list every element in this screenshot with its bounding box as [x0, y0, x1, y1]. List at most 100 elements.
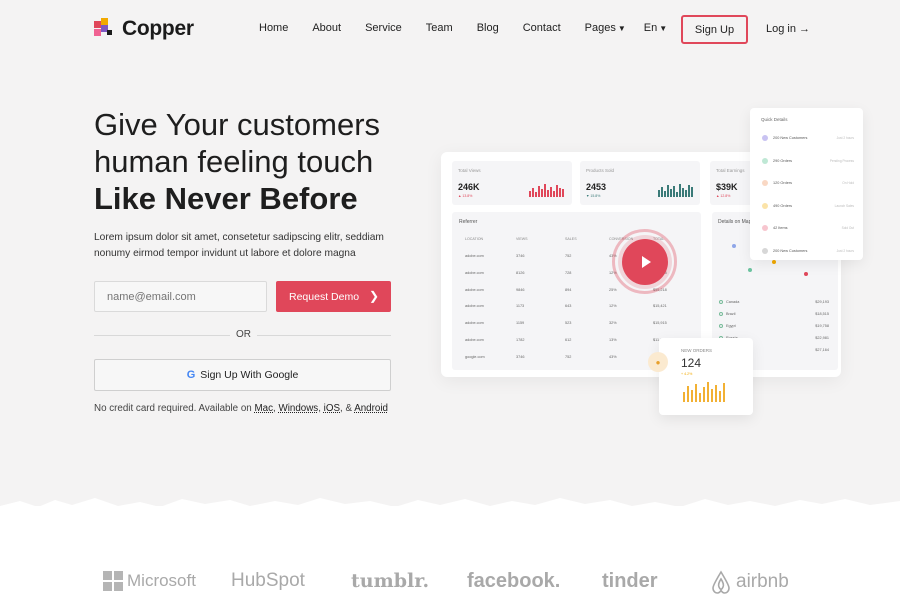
table-cell: $15,915: [653, 321, 667, 326]
brand-facebook: facebook.: [467, 570, 561, 592]
mini-bar: [658, 190, 660, 197]
mini-bar: [723, 383, 725, 402]
table-cell: adobe.com: [465, 254, 484, 258]
login-link[interactable]: Log in →: [766, 23, 810, 35]
airbnb-logo-icon: [712, 570, 730, 594]
list-item: 490 Orders Launch Sales: [762, 202, 854, 209]
platform-ios-link[interactable]: iOS: [324, 403, 340, 414]
play-icon: [641, 255, 651, 268]
platform-windows-link[interactable]: Windows: [278, 403, 318, 414]
request-demo-button[interactable]: Request Demo ❯: [276, 281, 391, 312]
mini-bar: [682, 188, 684, 197]
table-cell: 13%: [609, 338, 617, 342]
mini-bar: [664, 191, 666, 197]
mini-bar: [673, 186, 675, 197]
new-orders-card: NEW ORDERS 124 + 4.2%: [659, 338, 753, 415]
table-cell: 643: [565, 304, 572, 309]
mini-bar: [707, 382, 709, 402]
mini-bar: [695, 384, 697, 402]
views-mini-chart: [529, 183, 564, 197]
table-cell: 752: [565, 254, 572, 258]
status-icon: [762, 247, 768, 254]
language-select[interactable]: En ▼: [644, 22, 667, 34]
products-mini-chart: [658, 183, 693, 197]
list-item: Brazil $18,515: [719, 312, 829, 316]
table-cell: 752: [565, 354, 572, 359]
table-cell: 728: [565, 270, 572, 275]
status-icon: [762, 225, 768, 231]
menu-item-pages[interactable]: Pages ▼: [585, 22, 626, 34]
menu-item-blog[interactable]: Blog: [477, 22, 499, 34]
mini-bar: [547, 190, 549, 197]
mini-bar: [667, 185, 669, 197]
list-item: 42 Items Sold Out: [762, 225, 854, 231]
mini-bar: [711, 389, 713, 402]
orders-mini-chart: [683, 382, 725, 402]
brand-tumblr: tumblr.: [351, 570, 430, 592]
hero-title-line2: human feeling touch: [94, 144, 374, 179]
table-cell: adobe.com: [465, 270, 484, 275]
brand-tinder: tinder: [602, 570, 658, 592]
mini-bar: [538, 186, 540, 197]
status-icon: [762, 202, 768, 209]
chevron-down-icon: ▼: [659, 24, 668, 33]
menu-item-contact[interactable]: Contact: [523, 22, 561, 34]
table-row: adobe.com 1173 643 12% $15,421: [452, 304, 701, 308]
mini-bar: [679, 184, 681, 197]
table-cell: 3746: [516, 254, 525, 258]
table-cell: adobe.com: [465, 287, 484, 292]
google-signup-button[interactable]: G Sign Up With Google: [94, 359, 391, 391]
mini-bar: [544, 184, 546, 197]
status-icon: [762, 180, 768, 186]
total-views-card: Total Views 246K ▲ 13.8%: [452, 161, 572, 205]
table-cell: 894: [565, 287, 572, 292]
menu-item-service[interactable]: Service: [365, 22, 402, 34]
play-video-button[interactable]: [612, 229, 677, 294]
mini-bar: [688, 185, 690, 197]
brand-logo[interactable]: Copper: [94, 17, 194, 41]
platform-mac-link[interactable]: Mac: [254, 403, 273, 414]
hero-title-line3: Like Never Before: [94, 181, 358, 216]
status-icon: [762, 135, 768, 141]
mini-bar: [687, 386, 689, 402]
table-cell: 8126: [516, 270, 525, 275]
list-item: 200 New Customers Just 2 hours: [762, 135, 854, 141]
table-cell: $15,421: [653, 304, 667, 309]
email-field[interactable]: [94, 281, 267, 312]
table-cell: 43%: [609, 354, 617, 359]
brand-microsoft: Microsoft: [103, 571, 196, 591]
mini-bar: [670, 189, 672, 197]
bell-icon: ●: [648, 352, 668, 372]
brand-hubspot: HubSpot: [231, 570, 305, 591]
hero-description: Lorem ipsum dolor sit amet, consetetur s…: [94, 232, 384, 259]
platform-android-link[interactable]: Android: [354, 403, 388, 414]
map-marker: [748, 268, 752, 272]
list-item: Egypt $19,758: [719, 324, 829, 328]
mini-bar: [559, 188, 561, 197]
hero-title: Give Your customers human feeling touch …: [94, 106, 380, 217]
menu-item-home[interactable]: Home: [259, 22, 288, 34]
menu-item-team[interactable]: Team: [426, 22, 453, 34]
table-cell: 1173: [516, 304, 525, 309]
mini-bar: [676, 192, 678, 197]
copper-logo-icon: [94, 18, 116, 40]
mini-bar: [683, 392, 685, 402]
list-item: 120 Orders On Hold: [762, 180, 854, 186]
menu-item-about[interactable]: About: [312, 22, 341, 34]
mini-bar: [661, 187, 663, 197]
table-cell: adobe.com: [465, 321, 484, 326]
table-cell: 9846: [516, 287, 525, 292]
status-icon: [762, 157, 768, 164]
list-item: 200 New Customers Just 2 hours: [762, 247, 854, 254]
table-cell: adobe.com: [465, 304, 484, 309]
table-row: adobe.com 1159 523 32% $15,915: [452, 321, 701, 325]
list-item: Canada $29,193: [719, 300, 829, 304]
signup-button[interactable]: Sign Up: [681, 15, 748, 44]
play-button-core: [621, 238, 668, 285]
mini-bar: [685, 190, 687, 197]
mini-bar: [699, 393, 701, 402]
products-sold-card: Products Sold 2453 ▼ 15.8%: [580, 161, 700, 205]
table-cell: 3746: [516, 354, 525, 359]
table-cell: 523: [565, 321, 572, 326]
mini-bar: [691, 390, 693, 402]
